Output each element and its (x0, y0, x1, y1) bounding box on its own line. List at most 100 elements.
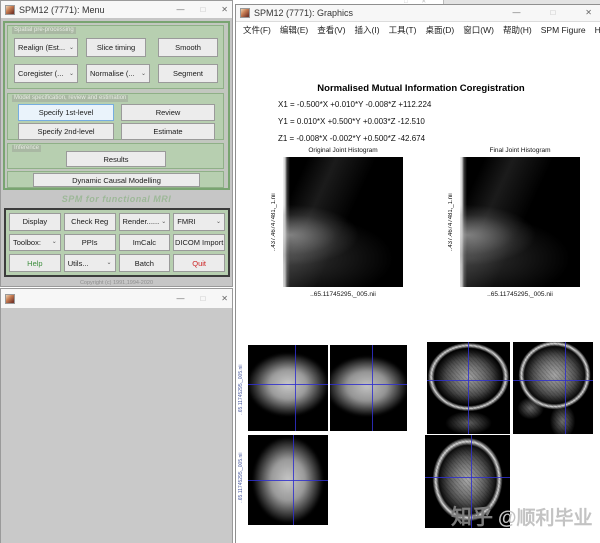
histogram-ylabel-right: ..437.46747481,_1.nii (446, 157, 456, 287)
chevron-down-icon: ⌄ (52, 239, 57, 245)
inference-panel: Inference Results (7, 143, 224, 169)
equation-x1: X1 = -0.500*X +0.010*Y -0.008*Z +112.224 (278, 100, 431, 109)
menu-view[interactable]: 查看(V) (317, 24, 345, 36)
menu-help-cn[interactable]: 帮助(H) (503, 24, 532, 36)
crosshair (330, 384, 407, 385)
smooth-button[interactable]: Smooth (158, 38, 218, 57)
menu-tools[interactable]: 工具(T) (389, 24, 417, 36)
spm-app-icon (240, 8, 250, 18)
menu-desktop[interactable]: 桌面(D) (425, 24, 454, 36)
crosshair (248, 480, 328, 481)
help-button[interactable]: Help (9, 254, 61, 272)
menu-spm-figure[interactable]: SPM Figure (541, 25, 586, 35)
menu-window-title: SPM12 (7771): Menu (19, 5, 105, 15)
zhihu-handle: @顺利毕业 (498, 503, 593, 530)
segment-button[interactable]: Segment (158, 64, 218, 83)
interactive-window-titlebar[interactable]: — □ ✕ (1, 289, 232, 309)
crosshair (372, 345, 373, 431)
dicom-import-button[interactable]: DICOM Import (173, 234, 225, 252)
graphics-window-titlebar[interactable]: SPM12 (7771): Graphics — □ ✕ (236, 5, 600, 22)
chevron-down-icon: ⌄ (216, 219, 221, 225)
toolbox-dropdown[interactable]: Toolbox:⌄ (9, 234, 61, 252)
crosshair (295, 345, 296, 431)
desktop: { "icons": { "minimize": "—", "maximize"… (0, 0, 600, 543)
structural-coronal-view[interactable] (427, 342, 510, 434)
structural-sagittal-view[interactable] (513, 342, 593, 434)
batch-button[interactable]: Batch (119, 254, 171, 272)
model-specification-label: Model specification, review and estimati… (12, 95, 128, 102)
crosshair (293, 435, 294, 525)
specify-1st-level-button[interactable]: Specify 1st-level (18, 104, 114, 121)
graphics-menubar: 文件(F) 编辑(E) 查看(V) 插入(I) 工具(T) 桌面(D) 窗口(W… (236, 22, 600, 38)
spm-interactive-window: — □ ✕ (0, 288, 233, 543)
estimate-button[interactable]: Estimate (121, 123, 215, 140)
ppis-button[interactable]: PPIs (64, 234, 116, 252)
close-icon[interactable]: ✕ (585, 9, 592, 17)
clipped-filename-label: ..65.11745295,_005.nii (237, 437, 245, 519)
equation-z1: Z1 = -0.008*X -0.002*Y +0.500*Z -42.674 (278, 134, 425, 143)
crosshair (468, 342, 469, 434)
graphics-window-title: SPM12 (7771): Graphics (254, 8, 353, 18)
crosshair (248, 384, 328, 385)
spm-menu-window: SPM12 (7771): Menu — □ ✕ Spatial pre-pro… (0, 0, 233, 287)
dynamic-causal-modelling-button[interactable]: Dynamic Causal Modelling (33, 173, 200, 187)
chevron-down-icon: ⌄ (161, 219, 166, 225)
model-specification-panel: Model specification, review and estimati… (7, 93, 224, 140)
functional-axial-view[interactable] (248, 435, 328, 525)
menu-file[interactable]: 文件(F) (243, 24, 271, 36)
equation-y1: Y1 = 0.010*X +0.500*Y +0.003*Z -12.510 (278, 117, 425, 126)
menu-window-titlebar[interactable]: SPM12 (7771): Menu — □ ✕ (1, 1, 232, 19)
coregister-dropdown[interactable]: Coregister (... ⌄ (14, 64, 78, 83)
check-reg-button[interactable]: Check Reg (64, 213, 116, 231)
utils-dropdown[interactable]: Utils...⌄ (64, 254, 116, 272)
spm-app-icon (5, 294, 15, 304)
spatial-preprocessing-label: Spatial pre-processing (12, 27, 76, 34)
histogram-xlabel-right: ..65.11745295,_005.nii (455, 291, 585, 298)
final-joint-histogram-title: Final Joint Histogram (455, 147, 585, 154)
maximize-icon[interactable]: □ (550, 9, 555, 17)
render-dropdown[interactable]: Render......⌄ (119, 213, 171, 231)
review-button[interactable]: Review (121, 104, 215, 121)
display-button[interactable]: Display (9, 213, 61, 231)
menu-window[interactable]: 窗口(W) (463, 24, 494, 36)
minimize-icon[interactable]: — (512, 9, 520, 17)
minimize-icon[interactable]: — (176, 295, 184, 303)
graphics-client: Normalised Mutual Information Coregistra… (236, 37, 600, 543)
final-joint-histogram-image (460, 157, 580, 287)
spm-fmri-banner: SPM for functional MRI (1, 194, 232, 204)
functional-coronal-view[interactable] (248, 345, 328, 431)
chevron-down-icon: ⌄ (69, 45, 74, 51)
clipped-filename-label: ..65.11745295,_005.nii (237, 349, 245, 431)
results-button[interactable]: Results (66, 151, 166, 167)
fmri-dropdown[interactable]: FMRI⌄ (173, 213, 225, 231)
close-icon[interactable]: ✕ (221, 295, 228, 303)
chevron-down-icon: ⌄ (69, 71, 74, 77)
zhihu-logo-text: 知乎 (451, 501, 493, 531)
spatial-preprocessing-panel: Spatial pre-processing Realign (Est... ⌄… (7, 25, 224, 89)
menu-help[interactable]: Help (595, 25, 600, 35)
utility-grid-panel: Display Check Reg Render......⌄ FMRI⌄ To… (4, 208, 230, 277)
realign-dropdown[interactable]: Realign (Est... ⌄ (14, 38, 78, 57)
normalise-dropdown[interactable]: Normalise (... ⌄ (86, 64, 150, 83)
dcm-panel: Dynamic Causal Modelling (7, 171, 224, 188)
copyright-text: Copyright (c) 1991,1994-2020 (1, 280, 232, 286)
functional-sagittal-view[interactable] (330, 345, 407, 431)
inference-label: Inference (12, 145, 41, 152)
menu-edit[interactable]: 编辑(E) (280, 24, 308, 36)
chevron-down-icon: ⌄ (141, 71, 146, 77)
histogram-ylabel-left: ..437.46747481,_1.nii (269, 157, 279, 287)
menu-window-client: Spatial pre-processing Realign (Est... ⌄… (1, 18, 232, 286)
menu-insert[interactable]: 插入(I) (355, 24, 380, 36)
specify-2nd-level-button[interactable]: Specify 2nd-level (18, 123, 114, 140)
crosshair (425, 477, 510, 478)
slice-timing-button[interactable]: Slice timing (86, 38, 146, 57)
crosshair (565, 342, 566, 434)
maximize-icon[interactable]: □ (200, 295, 205, 303)
crosshair (513, 380, 593, 381)
minimize-icon[interactable]: — (176, 6, 184, 14)
close-icon[interactable]: ✕ (221, 6, 228, 14)
original-joint-histogram-image (283, 157, 403, 287)
imcalc-button[interactable]: ImCalc (119, 234, 171, 252)
quit-button[interactable]: Quit (173, 254, 225, 272)
maximize-icon[interactable]: □ (200, 6, 205, 14)
